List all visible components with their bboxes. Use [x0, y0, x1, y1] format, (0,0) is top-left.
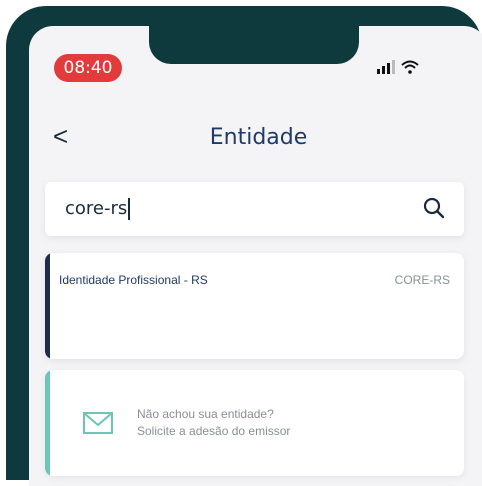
text-caret — [128, 198, 131, 220]
screen: 08:40 < Entidade core-rs Identidade Prof… — [29, 26, 482, 486]
result-code: CORE-RS — [394, 273, 450, 287]
signal-icon — [377, 60, 395, 74]
request-entity-card[interactable]: Não achou sua entidade? Solicite a adesã… — [45, 370, 464, 476]
phone-frame: 08:40 < Entidade core-rs Identidade Prof… — [6, 6, 482, 486]
request-line-2: Solicite a adesão do emissor — [137, 424, 291, 438]
result-label: Identidade Profissional - RS — [59, 273, 208, 287]
search-icon[interactable] — [422, 196, 446, 220]
result-accent-bar — [45, 253, 50, 359]
notch — [149, 26, 359, 64]
page-title: Entidade — [209, 125, 308, 150]
mail-icon — [83, 412, 113, 434]
search-field[interactable]: core-rs — [45, 182, 464, 236]
request-accent-bar — [45, 370, 50, 476]
wifi-icon — [401, 60, 419, 74]
request-line-1: Não achou sua entidade? — [137, 407, 274, 421]
status-icons — [377, 56, 437, 78]
status-time: 08:40 — [54, 54, 122, 82]
result-card[interactable]: Identidade Profissional - RS CORE-RS — [45, 253, 464, 359]
search-input[interactable]: core-rs — [65, 198, 127, 219]
